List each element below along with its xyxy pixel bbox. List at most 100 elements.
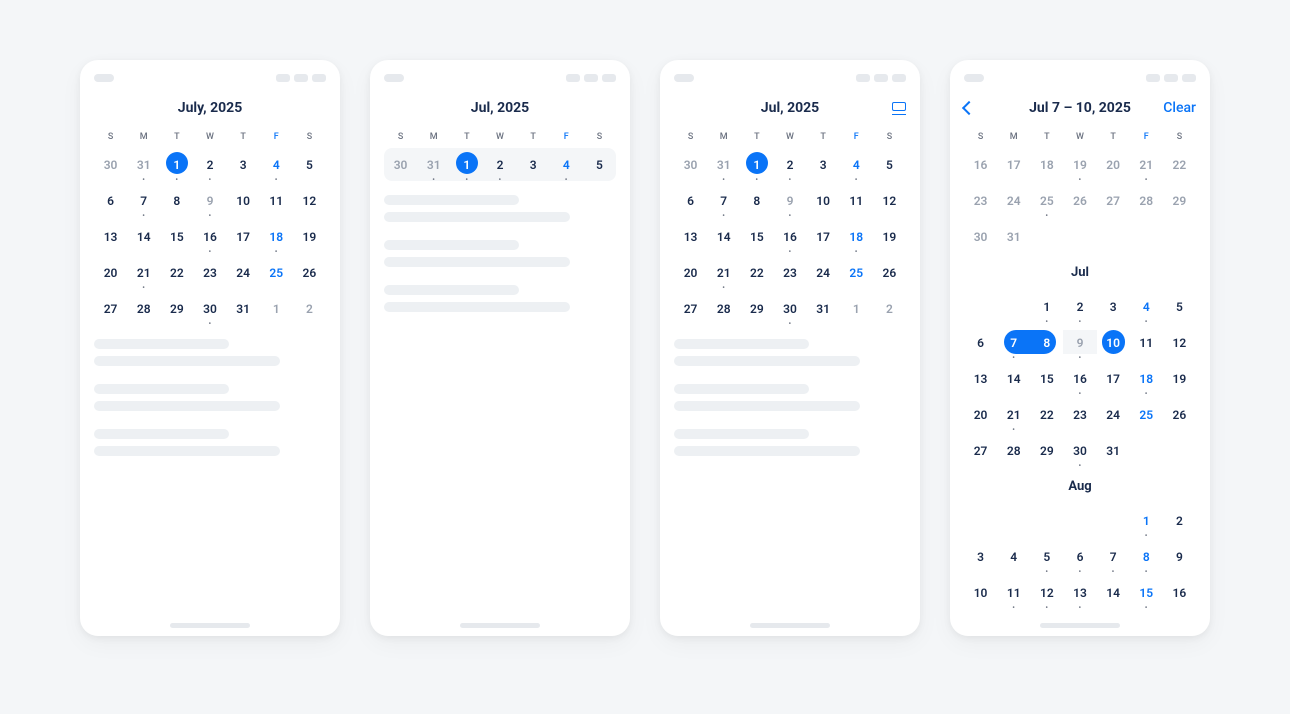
calendar-day[interactable]: 8•	[1130, 540, 1163, 573]
calendar-day[interactable]: 26	[293, 256, 326, 289]
calendar-day[interactable]: 5	[583, 148, 616, 181]
calendar-day[interactable]: 9•	[193, 184, 226, 217]
calendar-day[interactable]: 15	[160, 220, 193, 253]
calendar-day[interactable]: 16	[964, 148, 997, 181]
calendar-day[interactable]: 7•	[997, 326, 1030, 359]
calendar-day[interactable]: 28	[127, 292, 160, 325]
calendar-day[interactable]: 17	[1097, 362, 1130, 395]
calendar-day[interactable]: 30	[94, 148, 127, 181]
calendar-day[interactable]: 15	[740, 220, 773, 253]
calendar-day[interactable]: 12•	[1030, 576, 1063, 609]
calendar-day[interactable]: 2•	[483, 148, 516, 181]
calendar-day[interactable]: 13	[964, 362, 997, 395]
calendar-day[interactable]: 26	[1063, 184, 1096, 217]
calendar-day[interactable]: 22	[1030, 398, 1063, 431]
calendar-day[interactable]: 23	[193, 256, 226, 289]
calendar-day[interactable]: 2•	[773, 148, 806, 181]
calendar-day[interactable]: 29	[1030, 434, 1063, 467]
calendar-day[interactable]: 29	[740, 292, 773, 325]
calendar-day[interactable]: 21•	[1130, 148, 1163, 181]
calendar-day[interactable]: 8	[160, 184, 193, 217]
calendar-day[interactable]: 18•	[840, 220, 873, 253]
calendar-day[interactable]: 2	[873, 292, 906, 325]
calendar-day[interactable]: 2•	[193, 148, 226, 181]
calendar-day[interactable]: 11	[840, 184, 873, 217]
calendar-day[interactable]: 30	[384, 148, 417, 181]
calendar-day[interactable]: 24	[807, 256, 840, 289]
calendar-day[interactable]: 22	[740, 256, 773, 289]
calendar-day[interactable]: 28	[1130, 184, 1163, 217]
calendar-day[interactable]: 31•	[707, 148, 740, 181]
calendar-day[interactable]: 1	[840, 292, 873, 325]
calendar-day[interactable]: 14	[997, 362, 1030, 395]
calendar-day[interactable]: 25	[1130, 398, 1163, 431]
calendar-day[interactable]: 24	[227, 256, 260, 289]
calendar-day[interactable]: 30•	[773, 292, 806, 325]
calendar-day[interactable]: 16•	[193, 220, 226, 253]
calendar-day[interactable]: 6	[674, 184, 707, 217]
calendar-day[interactable]: 13•	[1063, 576, 1096, 609]
calendar-day[interactable]: 5•	[1030, 540, 1063, 573]
calendar-day[interactable]: 8	[740, 184, 773, 217]
calendar-day[interactable]: 3	[227, 148, 260, 181]
calendar-body[interactable]: 16171819•2021•22232425•262728293031Jul1•…	[964, 148, 1196, 622]
calendar-day[interactable]: 31	[807, 292, 840, 325]
calendar-day[interactable]: 12	[293, 184, 326, 217]
calendar-day[interactable]: 2	[293, 292, 326, 325]
calendar-day[interactable]: 16•	[1063, 362, 1096, 395]
calendar-day[interactable]: 26	[1163, 398, 1196, 431]
calendar-day[interactable]: 16	[1163, 576, 1196, 609]
calendar-day[interactable]: 27	[94, 292, 127, 325]
calendar-day[interactable]: 13	[674, 220, 707, 253]
calendar-day[interactable]: 18•	[1130, 362, 1163, 395]
calendar-day[interactable]: 14	[1097, 576, 1130, 609]
calendar-day[interactable]: 27	[674, 292, 707, 325]
calendar-day[interactable]: 24	[1097, 398, 1130, 431]
calendar-day[interactable]: 23	[964, 184, 997, 217]
calendar-day[interactable]: 20	[94, 256, 127, 289]
calendar-day[interactable]: 29	[160, 292, 193, 325]
calendar-day[interactable]: 10	[227, 184, 260, 217]
calendar-day[interactable]: 23	[773, 256, 806, 289]
calendar-day[interactable]: 12	[1163, 326, 1196, 359]
calendar-day[interactable]: 8	[1030, 326, 1063, 359]
calendar-day[interactable]: 4•	[260, 148, 293, 181]
calendar-day[interactable]: 21•	[127, 256, 160, 289]
calendar-day[interactable]: 22	[1163, 148, 1196, 181]
calendar-day[interactable]: 1	[260, 292, 293, 325]
calendar-day[interactable]: 22	[160, 256, 193, 289]
calendar-day[interactable]: 2	[1163, 504, 1196, 537]
calendar-day[interactable]: 27	[964, 434, 997, 467]
calendar-day[interactable]: 9•	[1063, 326, 1096, 359]
calendar-day[interactable]: 31	[227, 292, 260, 325]
calendar-day[interactable]: 5	[293, 148, 326, 181]
calendar-day[interactable]: 4•	[840, 148, 873, 181]
calendar-day[interactable]: 9•	[773, 184, 806, 217]
calendar-day[interactable]: 7•	[1097, 540, 1130, 573]
calendar-day[interactable]: 3	[1097, 290, 1130, 323]
calendar-day[interactable]: 19	[873, 220, 906, 253]
calendar-day[interactable]: 31•	[417, 148, 450, 181]
calendar-day[interactable]: 14	[127, 220, 160, 253]
calendar-day[interactable]: 17	[227, 220, 260, 253]
calendar-day[interactable]: 3	[807, 148, 840, 181]
calendar-day[interactable]: 21•	[997, 398, 1030, 431]
calendar-day[interactable]: 11	[260, 184, 293, 217]
calendar-day[interactable]: 13	[94, 220, 127, 253]
calendar-day[interactable]: 19	[293, 220, 326, 253]
calendar-day[interactable]: 16•	[773, 220, 806, 253]
calendar-day[interactable]: 6•	[1063, 540, 1096, 573]
calendar-day[interactable]: 3	[964, 540, 997, 573]
calendar-day[interactable]: 31•	[127, 148, 160, 181]
calendar-day[interactable]: 31	[1097, 434, 1130, 467]
calendar-day[interactable]: 14	[707, 220, 740, 253]
clear-button[interactable]: Clear	[1163, 100, 1196, 116]
calendar-day[interactable]: 25	[260, 256, 293, 289]
calendar-day[interactable]: 4•	[1130, 290, 1163, 323]
calendar-day[interactable]: 24	[997, 184, 1030, 217]
calendar-day[interactable]: 1•	[1030, 290, 1063, 323]
calendar-day[interactable]: 10	[964, 576, 997, 609]
calendar-body[interactable]: 3031•1•2•34•567•89•10111213141516•1718•1…	[674, 148, 906, 622]
calendar-day[interactable]: 10	[807, 184, 840, 217]
calendar-day[interactable]: 12	[873, 184, 906, 217]
